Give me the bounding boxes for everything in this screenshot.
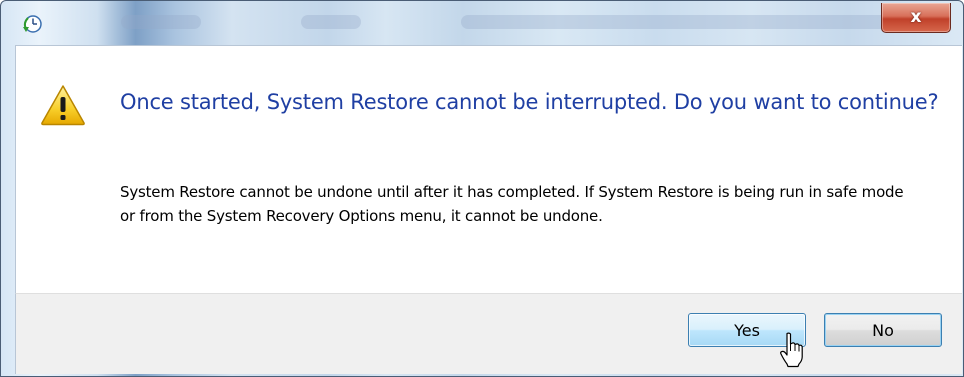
system-restore-dialog: x Once started, System Restore cannot be… [0, 0, 964, 377]
dialog-content: Once started, System Restore cannot be i… [15, 45, 962, 293]
title-bar[interactable]: x [1, 1, 963, 45]
mouse-cursor-icon [780, 332, 803, 368]
command-area: Yes No [15, 293, 962, 374]
main-instruction: Once started, System Restore cannot be i… [120, 90, 939, 114]
content-text: System Restore cannot be undone until af… [120, 183, 904, 225]
close-icon: x [910, 7, 922, 27]
system-restore-icon [23, 15, 42, 33]
no-button[interactable]: No [824, 313, 942, 347]
warning-icon [41, 85, 85, 126]
close-button[interactable]: x [881, 3, 951, 33]
